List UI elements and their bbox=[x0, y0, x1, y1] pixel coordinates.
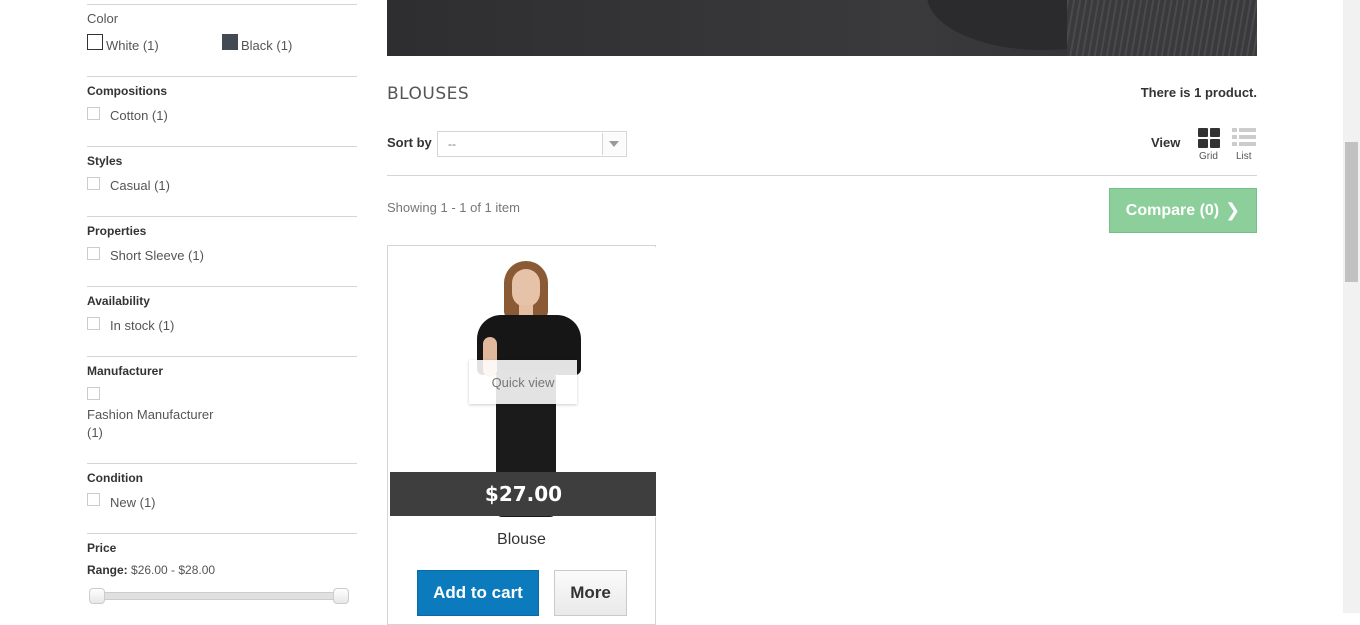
model-face bbox=[512, 269, 540, 307]
price-range-label: Range: $26.00 - $28.00 bbox=[87, 563, 215, 577]
price-slider-track[interactable] bbox=[90, 592, 348, 600]
checkbox-new[interactable] bbox=[87, 493, 100, 506]
checkbox-short-sleeve[interactable] bbox=[87, 247, 100, 260]
checkbox-cotton[interactable] bbox=[87, 107, 100, 120]
grid-view-icon[interactable] bbox=[1198, 128, 1220, 148]
list-view-icon[interactable] bbox=[1232, 128, 1256, 148]
product-name[interactable]: Blouse bbox=[388, 531, 655, 549]
checkbox-casual[interactable] bbox=[87, 177, 100, 190]
sidebar-divider bbox=[87, 286, 357, 287]
sidebar-divider bbox=[87, 356, 357, 357]
sort-label: Sort by bbox=[387, 135, 432, 150]
price-range-prefix: Range: bbox=[87, 563, 128, 577]
sort-dropdown-button[interactable] bbox=[602, 133, 625, 155]
filter-option-short-sleeve[interactable]: Short Sleeve (1) bbox=[110, 248, 204, 263]
compare-button-label: Compare (0) bbox=[1125, 201, 1220, 219]
sidebar-divider bbox=[87, 4, 357, 5]
price-range-value: $26.00 - $28.00 bbox=[131, 563, 216, 577]
filter-title-condition: Condition bbox=[87, 471, 143, 485]
filter-option-in-stock[interactable]: In stock (1) bbox=[110, 318, 174, 333]
color-swatch-black[interactable] bbox=[222, 34, 238, 50]
category-title: BLOUSES bbox=[387, 84, 470, 104]
sidebar-divider bbox=[87, 146, 357, 147]
product-image[interactable]: Quick view $27.00 bbox=[389, 247, 656, 517]
checkbox-in-stock[interactable] bbox=[87, 317, 100, 330]
filter-title-price: Price bbox=[87, 541, 117, 555]
filter-title-availability: Availability bbox=[87, 294, 150, 308]
category-banner-image bbox=[387, 0, 1257, 56]
filter-title-styles: Styles bbox=[87, 154, 123, 168]
price-slider-min-handle[interactable] bbox=[89, 588, 105, 604]
filter-option-new[interactable]: New (1) bbox=[110, 495, 156, 510]
filter-option-casual[interactable]: Casual (1) bbox=[110, 178, 170, 193]
filter-option-white[interactable]: White (1) bbox=[106, 38, 159, 53]
sidebar-divider bbox=[87, 533, 357, 534]
quick-view-button[interactable]: Quick view bbox=[469, 360, 577, 404]
filter-option-fashion-manufacturer[interactable]: Fashion Manufacturer bbox=[87, 407, 213, 422]
grid-view-label[interactable]: Grid bbox=[1199, 151, 1218, 162]
sidebar-divider bbox=[87, 76, 357, 77]
filter-title-color: Color bbox=[87, 11, 119, 26]
filter-option-fashion-manufacturer-count[interactable]: (1) bbox=[87, 425, 103, 440]
filter-title-manufacturer: Manufacturer bbox=[87, 364, 164, 378]
page-scrollbar[interactable] bbox=[1343, 0, 1360, 613]
toolbar-divider bbox=[387, 175, 1257, 176]
filter-title-compositions: Compositions bbox=[87, 84, 167, 98]
more-button[interactable]: More bbox=[554, 570, 627, 616]
product-card: Quick view $27.00 Blouse Add to cart Mor… bbox=[387, 245, 656, 625]
product-price: $27.00 bbox=[390, 472, 656, 516]
product-count: There is 1 product. bbox=[1140, 85, 1257, 100]
color-swatch-white[interactable] bbox=[87, 34, 103, 50]
filter-title-properties: Properties bbox=[87, 224, 147, 238]
sort-select[interactable]: -- bbox=[437, 131, 627, 157]
showing-count: Showing 1 - 1 of 1 item bbox=[387, 200, 520, 215]
chevron-down-icon bbox=[609, 141, 619, 147]
checkbox-fashion-manufacturer[interactable] bbox=[87, 387, 100, 400]
filter-option-cotton[interactable]: Cotton (1) bbox=[110, 108, 168, 123]
sidebar-divider bbox=[87, 463, 357, 464]
list-view-label[interactable]: List bbox=[1236, 151, 1252, 162]
banner-fabric bbox=[1067, 0, 1257, 56]
price-slider-max-handle[interactable] bbox=[333, 588, 349, 604]
scrollbar-thumb[interactable] bbox=[1345, 142, 1358, 282]
chevron-right-icon: ❯ bbox=[1225, 200, 1241, 220]
compare-button[interactable]: Compare (0) ❯ bbox=[1109, 188, 1257, 233]
sort-select-value: -- bbox=[448, 137, 456, 151]
sidebar-divider bbox=[87, 216, 357, 217]
add-to-cart-button[interactable]: Add to cart bbox=[417, 570, 539, 616]
filter-option-black[interactable]: Black (1) bbox=[241, 38, 292, 53]
view-label: View bbox=[1151, 135, 1181, 150]
